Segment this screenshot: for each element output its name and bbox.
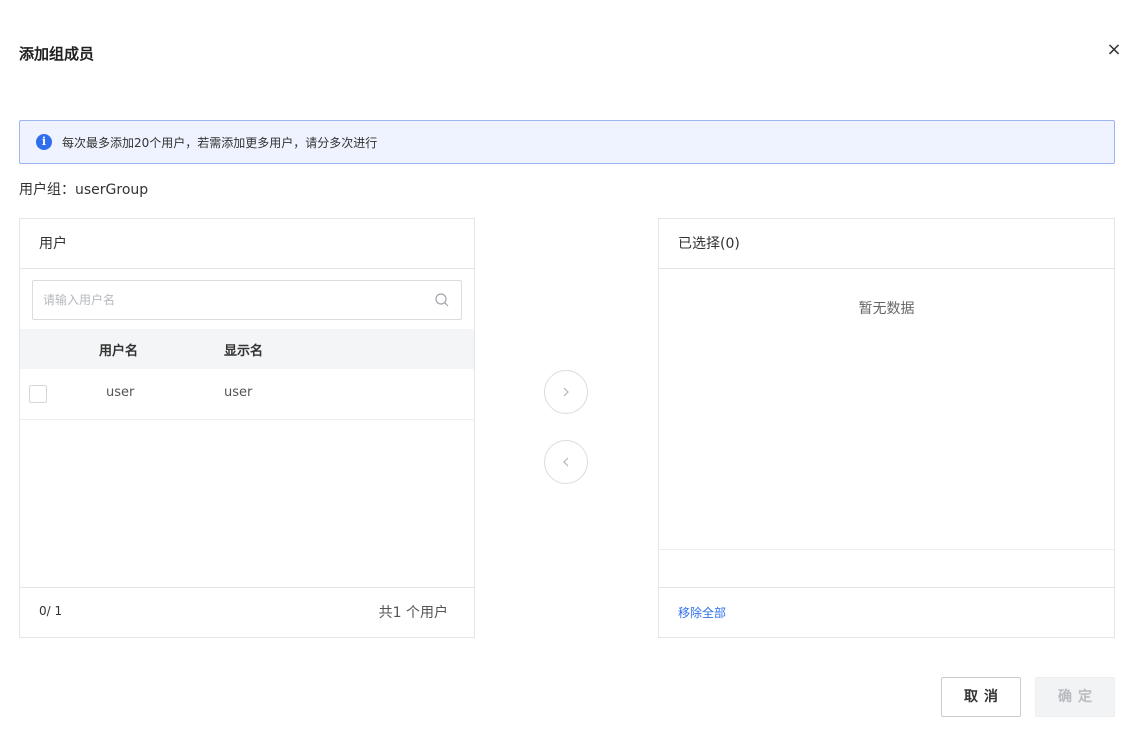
dialog-title: 添加组成员	[19, 45, 95, 63]
selected-panel-footer: 移除全部	[659, 587, 1114, 637]
cell-display-name: user	[224, 385, 253, 400]
remove-all-link[interactable]: 移除全部	[678, 604, 726, 621]
user-panel-title: 用户	[20, 219, 474, 269]
row-checkbox[interactable]	[29, 385, 47, 403]
user-group-label: 用户组：userGroup	[19, 182, 149, 198]
search-input[interactable]	[33, 281, 423, 319]
info-icon: i	[36, 134, 52, 150]
cell-username: user	[106, 385, 135, 400]
selected-count: 0/ 1	[39, 604, 63, 618]
divider	[659, 549, 1114, 550]
total-users: 共1 个用户	[378, 605, 448, 621]
move-right-button[interactable]	[544, 370, 588, 414]
search-icon[interactable]	[435, 293, 449, 307]
table-row[interactable]: user user	[20, 369, 474, 420]
user-panel-footer: 0/ 1 共1 个用户	[20, 587, 474, 637]
confirm-button[interactable]: 确定	[1035, 677, 1115, 717]
user-list-panel: 用户 用户名 显示名 user user 0/ 1 共1 个用户	[19, 218, 475, 638]
info-alert: i 每次最多添加20个用户，若需添加更多用户，请分多次进行	[19, 120, 1115, 164]
table-header: 用户名 显示名	[20, 329, 474, 369]
empty-placeholder: 暂无数据	[858, 301, 915, 317]
close-icon[interactable]: ×	[1104, 38, 1124, 62]
column-header-username[interactable]: 用户名	[99, 340, 138, 359]
search-box	[32, 280, 462, 320]
chevron-right-icon	[563, 387, 569, 397]
column-header-display-name[interactable]: 显示名	[224, 340, 263, 359]
selected-panel-title: 已选择(0)	[659, 219, 1114, 269]
cancel-button[interactable]: 取消	[941, 677, 1021, 717]
chevron-left-icon	[563, 457, 569, 467]
alert-text: 每次最多添加20个用户，若需添加更多用户，请分多次进行	[62, 135, 378, 150]
selected-list-panel: 已选择(0) 暂无数据 移除全部	[658, 218, 1115, 638]
move-left-button[interactable]	[544, 440, 588, 484]
